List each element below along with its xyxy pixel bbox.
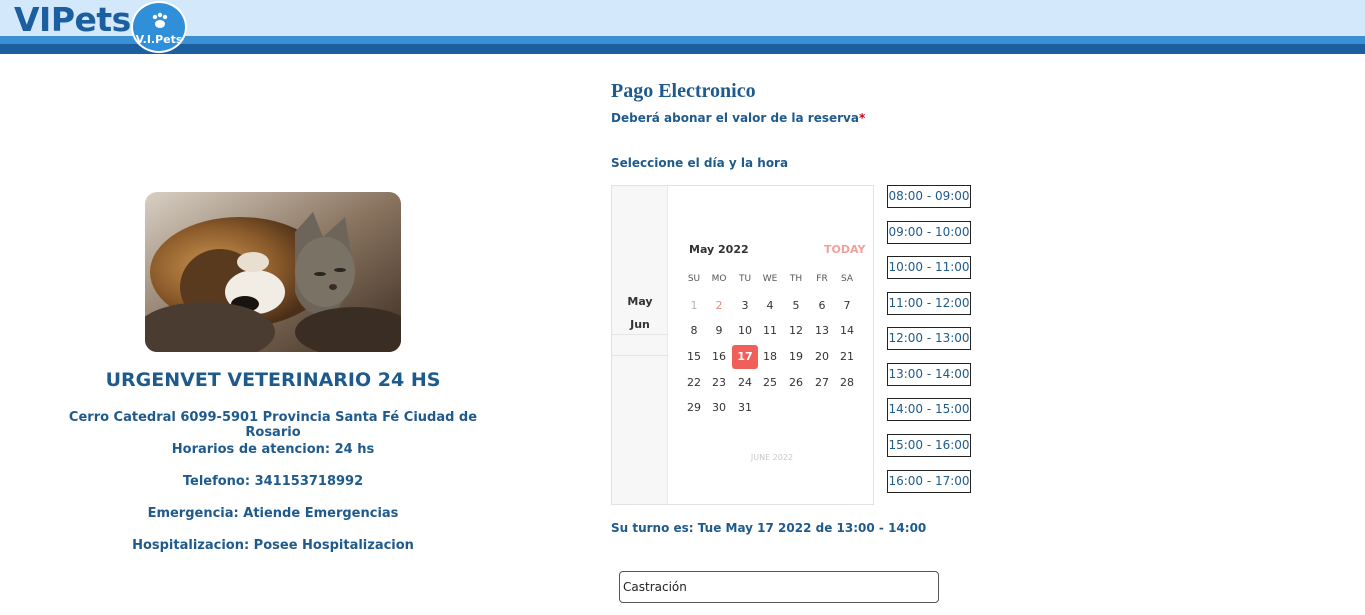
calendar-day[interactable]: 13 <box>809 319 835 343</box>
header-stripe-dark <box>0 44 1365 54</box>
calendar-month-sidebar: May Jun <box>612 186 668 504</box>
weekday-label: SA <box>840 274 854 284</box>
clinic-hours: Horarios de atencion: 24 hs <box>171 442 375 457</box>
sidebar-month-jun[interactable]: Jun <box>612 318 668 331</box>
calendar-day[interactable]: 3 <box>732 294 758 318</box>
calendar-day[interactable]: 21 <box>834 345 860 369</box>
calendar-day[interactable]: 27 <box>809 371 835 395</box>
time-slot-button[interactable]: 09:00 - 10:00 <box>887 221 971 244</box>
calendar-day[interactable]: 14 <box>834 319 860 343</box>
calendar-day[interactable]: 19 <box>783 345 809 369</box>
calendar-day[interactable]: 29 <box>681 396 707 420</box>
calendar-day[interactable]: 8 <box>681 319 707 343</box>
required-mark: * <box>858 111 866 125</box>
time-slot-button[interactable]: 13:00 - 14:00 <box>887 363 971 386</box>
today-button[interactable]: TODAY <box>824 243 865 256</box>
calendar-day[interactable]: 23 <box>706 371 732 395</box>
weekday-label: TH <box>789 274 803 284</box>
clinic-name: URGENVET VETERINARIO 24 HS <box>105 369 441 391</box>
calendar-day[interactable]: 22 <box>681 371 707 395</box>
select-day-label: Seleccione el día y la hora <box>611 156 789 170</box>
clinic-phone: Telefono: 341153718992 <box>182 474 364 489</box>
header-stripe-light <box>0 36 1365 44</box>
calendar-day[interactable]: 24 <box>732 371 758 395</box>
calendar-day[interactable]: 5 <box>783 294 809 318</box>
next-month-label: JUNE 2022 <box>750 453 794 462</box>
time-slot-button[interactable]: 12:00 - 13:00 <box>887 327 971 350</box>
weekday-label: FR <box>816 274 828 284</box>
calendar-day-selected[interactable]: 17 <box>732 345 758 369</box>
clinic-hospitalization: Hospitalizacion: Posee Hospitalizacion <box>132 538 414 553</box>
paw-icon <box>152 12 168 28</box>
top-header: VIPets V.I.Pets <box>0 0 1365 54</box>
weekday-label: WE <box>762 274 778 284</box>
weekday-label: MO <box>711 274 727 284</box>
calendar-day[interactable]: 10 <box>732 319 758 343</box>
payment-subtitle: Deberá abonar el valor de la reserva* <box>611 111 865 125</box>
brand-title[interactable]: VIPets <box>14 0 131 39</box>
weekday-label: SU <box>687 274 701 284</box>
calendar-day[interactable]: 16 <box>706 345 732 369</box>
calendar-day[interactable]: 12 <box>783 319 809 343</box>
calendar-day[interactable]: 7 <box>834 294 860 318</box>
sidebar-divider <box>612 355 668 356</box>
calendar-day[interactable]: 9 <box>706 319 732 343</box>
time-slot-button[interactable]: 15:00 - 16:00 <box>887 434 971 457</box>
calendar-day[interactable]: 6 <box>809 294 835 318</box>
sidebar-divider <box>612 334 668 335</box>
calendar-day[interactable]: 4 <box>757 294 783 318</box>
calendar-day[interactable]: 20 <box>809 345 835 369</box>
calendar-day[interactable]: 2 <box>706 294 732 318</box>
calendar-day[interactable]: 1 <box>681 294 707 318</box>
payment-title: Pago Electronico <box>611 80 756 102</box>
clinic-address: Cerro Catedral 6099-5901 Provincia Santa… <box>68 410 478 440</box>
time-slot-button[interactable]: 14:00 - 15:00 <box>887 398 971 421</box>
brand-logo[interactable]: V.I.Pets <box>131 1 187 53</box>
calendar-day[interactable]: 11 <box>757 319 783 343</box>
calendar-day[interactable]: 30 <box>706 396 732 420</box>
time-slot-button[interactable]: 10:00 - 11:00 <box>887 256 971 279</box>
time-slot-button[interactable]: 11:00 - 12:00 <box>887 292 971 315</box>
calendar-day[interactable]: 31 <box>732 396 758 420</box>
clinic-emergency: Emergencia: Atiende Emergencias <box>147 506 399 521</box>
logo-text: V.I.Pets <box>135 33 183 46</box>
calendar-month-title: May 2022 <box>689 243 749 256</box>
time-slot-button[interactable]: 16:00 - 17:00 <box>887 470 971 493</box>
calendar-day[interactable]: 18 <box>757 345 783 369</box>
weekday-label: TU <box>738 274 752 284</box>
calendar-day[interactable]: 25 <box>757 371 783 395</box>
calendar-day[interactable]: 28 <box>834 371 860 395</box>
calendar-day[interactable]: 26 <box>783 371 809 395</box>
time-slot-button[interactable]: 08:00 - 09:00 <box>887 185 971 208</box>
payment-subtitle-text: Deberá abonar el valor de la reserva <box>611 111 859 125</box>
service-input[interactable] <box>619 571 939 603</box>
sidebar-month-may[interactable]: May <box>612 295 668 308</box>
calendar-day[interactable]: 15 <box>681 345 707 369</box>
dog-and-cat-photo <box>145 192 401 352</box>
date-calendar[interactable]: May Jun May 2022 TODAY SU MO TU WE TH FR… <box>611 185 874 505</box>
turn-summary: Su turno es: Tue May 17 2022 de 13:00 - … <box>611 521 927 535</box>
